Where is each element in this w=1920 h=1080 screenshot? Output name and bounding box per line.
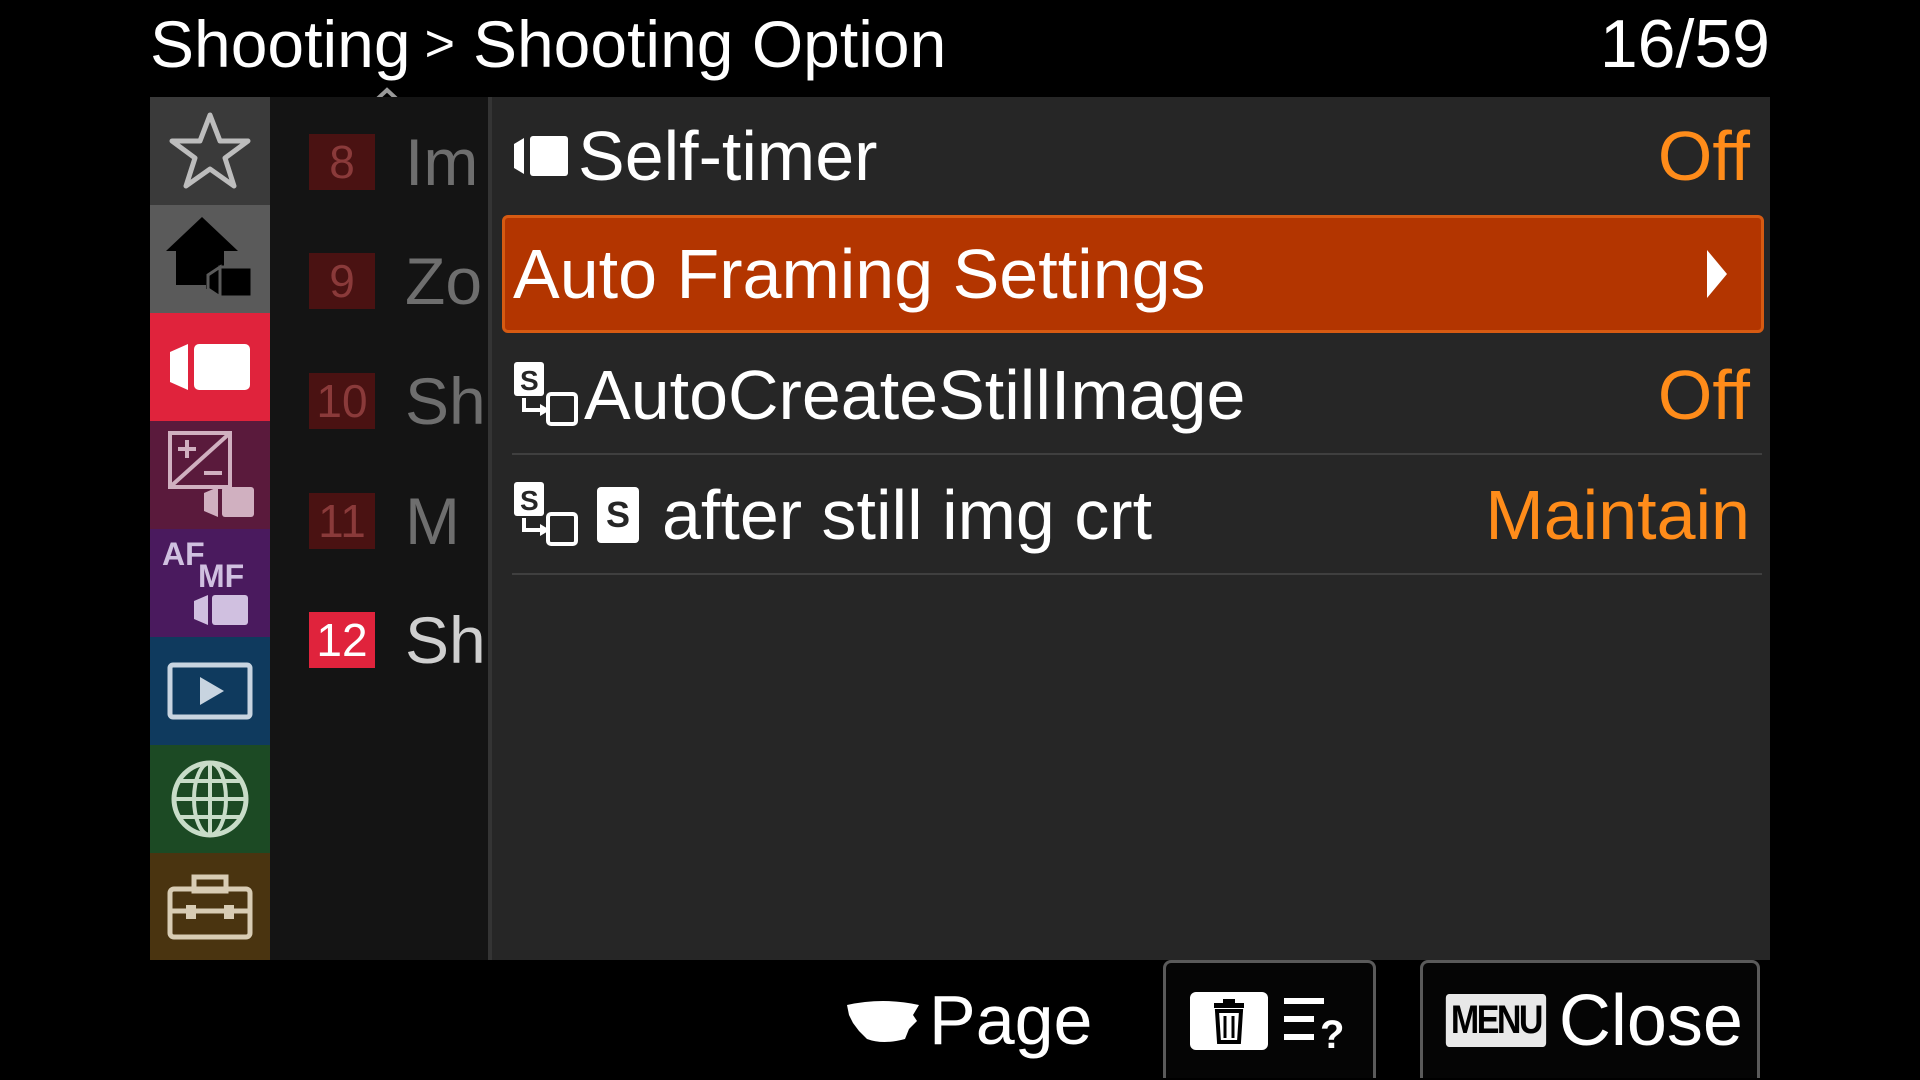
svg-text:MF: MF <box>198 558 244 594</box>
group-name: Sh <box>405 603 486 677</box>
page-counter: 16/59 <box>1599 6 1770 82</box>
group-item-10[interactable]: 10 Sh <box>309 361 486 441</box>
star-icon <box>169 112 251 189</box>
group-name: Zo <box>405 244 483 318</box>
page-control[interactable]: Page <box>845 975 1092 1065</box>
category-tab-shooting[interactable] <box>150 313 270 421</box>
category-sidebar: AF MF <box>150 97 270 960</box>
svg-text:S: S <box>520 365 539 396</box>
group-number: 9 <box>309 253 375 309</box>
breadcrumb-parent: Shooting <box>150 7 411 81</box>
category-tab-setup[interactable] <box>150 853 270 960</box>
svg-text:?: ? <box>1320 1013 1344 1052</box>
breadcrumb: Shooting > Shooting Option <box>150 4 946 84</box>
chevron-right-icon <box>1707 250 1727 298</box>
group-number: 12 <box>309 612 375 668</box>
close-label: Close <box>1558 980 1743 1061</box>
group-list: 8 Im 9 Zo 10 Sh 11 M 12 Sh <box>270 97 488 960</box>
category-tab-focus[interactable]: AF MF <box>150 529 270 637</box>
menu-item-auto-create-still-image[interactable]: S AutoCreateStillImage Off <box>512 337 1762 455</box>
category-tab-main[interactable] <box>150 205 270 313</box>
camera-menu-screen: Shooting > Shooting Option 16/59 AF MF 8… <box>0 0 1920 1080</box>
still-from-movie-icon: S <box>512 360 578 430</box>
control-wheel-icon <box>847 1001 919 1042</box>
group-number: 10 <box>309 373 375 429</box>
item-label: Auto Framing Settings <box>513 235 1206 313</box>
still-badge-letter: S <box>606 494 630 535</box>
network-globe-icon <box>171 760 249 838</box>
item-label: Self-timer <box>578 117 878 195</box>
still-s-badge-icon: S <box>596 486 640 544</box>
movie-camera-icon <box>170 344 250 390</box>
group-item-12[interactable]: 12 Sh <box>309 600 486 680</box>
category-tab-playback[interactable] <box>150 637 270 745</box>
category-tab-favorites[interactable] <box>150 97 270 205</box>
toolbox-icon <box>167 874 253 939</box>
movie-mode-icon <box>512 130 572 182</box>
trash-icon <box>1189 991 1268 1050</box>
header: Shooting > Shooting Option 16/59 <box>150 0 1770 90</box>
group-item-8[interactable]: 8 Im <box>309 122 478 202</box>
svg-text:S: S <box>520 485 539 516</box>
group-name: M <box>405 484 460 558</box>
still-from-movie-icon: S <box>512 480 578 550</box>
playback-icon <box>167 662 253 720</box>
help-list-icon: ? <box>1283 997 1344 1052</box>
breadcrumb-current: Shooting Option <box>472 7 947 81</box>
breadcrumb-separator: > <box>424 15 455 73</box>
menu-items-panel: Self-timer Off Auto Framing Settings S A… <box>488 97 1770 960</box>
group-item-11[interactable]: 11 M <box>309 481 460 561</box>
item-label: AutoCreateStillImage <box>584 356 1246 434</box>
group-item-9[interactable]: 9 Zo <box>309 241 482 321</box>
home-movie-icon <box>166 217 254 300</box>
menu-item-after-still-img-crt[interactable]: S S after still img crt Maintain <box>512 457 1762 575</box>
page-label: Page <box>929 981 1093 1059</box>
group-name: Im <box>405 125 479 199</box>
menu-item-auto-framing-settings[interactable]: Auto Framing Settings <box>502 215 1764 333</box>
item-value: Maintain <box>1485 476 1750 554</box>
category-tab-exposure-color[interactable] <box>150 421 270 529</box>
group-number: 11 <box>309 493 375 549</box>
exposure-color-icon <box>168 431 254 517</box>
af-mf-icon: AF MF <box>162 536 248 625</box>
item-value: Off <box>1657 356 1750 434</box>
item-label: after still img crt <box>662 476 1153 554</box>
menu-item-self-timer[interactable]: Self-timer Off <box>512 97 1762 215</box>
category-tab-network[interactable] <box>150 745 270 853</box>
item-value: Off <box>1657 117 1750 195</box>
delete-help-button[interactable]: ? <box>1163 960 1376 1078</box>
close-button[interactable]: MENU Close <box>1420 960 1760 1078</box>
menu-button-icon: MENU <box>1445 994 1547 1047</box>
group-name: Sh <box>405 364 486 438</box>
group-number: 8 <box>309 134 375 190</box>
